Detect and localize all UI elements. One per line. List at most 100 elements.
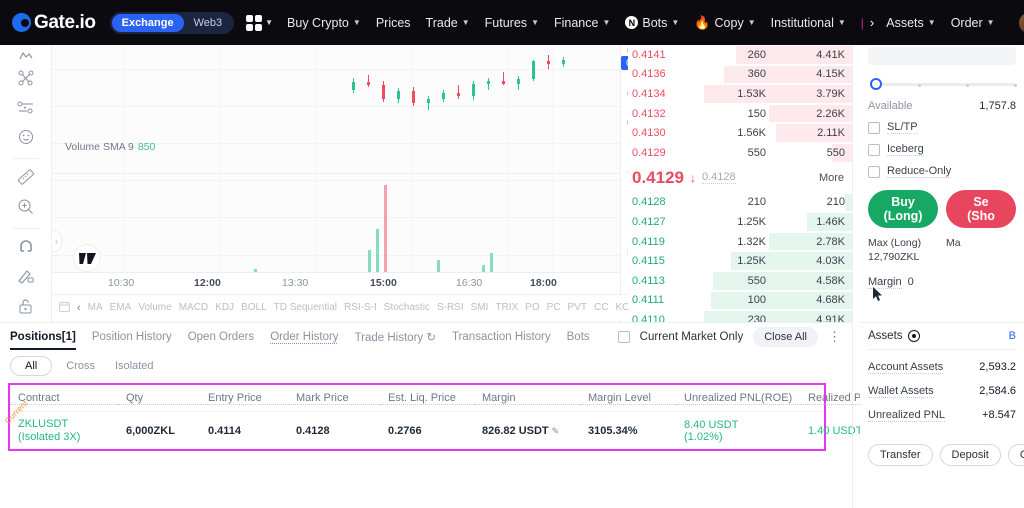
order-book-bid-row[interactable]: 0.4115 1.25K 4.03K	[628, 251, 852, 271]
buy-long-button[interactable]: Buy (Long)	[868, 190, 938, 228]
indicator-s-rsi[interactable]: S-RSI	[437, 302, 464, 313]
indicator-pvt[interactable]: PVT	[568, 302, 587, 313]
indicator-smi[interactable]: SMI	[471, 302, 489, 313]
more-options-icon[interactable]: ⋮	[828, 329, 842, 345]
sell-short-button[interactable]: Se (Sho	[946, 190, 1016, 228]
draw-lock-icon[interactable]	[11, 263, 41, 289]
tab-positions[interactable]: Positions[1]	[10, 331, 76, 350]
deposit-button[interactable]: Deposit	[939, 444, 1001, 466]
order-book-more-button[interactable]: More	[819, 172, 844, 184]
col-margin[interactable]: Margin	[474, 392, 580, 405]
indicator-po[interactable]: PO	[525, 302, 539, 313]
ruler-icon[interactable]	[11, 164, 41, 190]
order-book-ask-row[interactable]: 0.4129 550 550	[628, 143, 852, 163]
nav-more-chevron-icon[interactable]: ›	[870, 15, 874, 30]
order-book-ask-row[interactable]: 0.4141 260 4.41K	[628, 45, 852, 65]
indicator-rsi-s-i[interactable]: RSI-S-I	[344, 302, 377, 313]
sltp-checkbox-row[interactable]: SL/TP	[868, 121, 1016, 134]
eye-icon[interactable]	[907, 330, 920, 342]
indicator-ema[interactable]: EMA	[110, 302, 132, 313]
transfer-button[interactable]: Transfer	[868, 444, 933, 466]
tab-position-history[interactable]: Position History	[92, 331, 172, 343]
col-unrealized-pnl[interactable]: Unrealized PNL(ROE)	[676, 392, 800, 405]
indicator-cc[interactable]: CC	[594, 302, 608, 313]
nav-trade[interactable]: Trade ▼	[426, 16, 470, 30]
indicator-stochastic[interactable]: Stochastic	[384, 302, 430, 313]
assets-link[interactable]: B	[1009, 330, 1016, 342]
tab-open-orders[interactable]: Open Orders	[188, 331, 254, 343]
indicator-volume[interactable]: Volume	[138, 302, 171, 313]
calendar-icon[interactable]	[59, 301, 70, 315]
brand-logo[interactable]: Gate.io	[12, 12, 96, 34]
crosshair-icon[interactable]	[11, 49, 41, 62]
edit-margin-icon[interactable]: ✎	[552, 426, 560, 436]
order-book-bid-row[interactable]: 0.4113 550 4.58K	[628, 271, 852, 291]
nav-copy[interactable]: 🔥 Copy ▼	[694, 15, 755, 31]
col-margin-level[interactable]: Margin Level	[580, 392, 676, 405]
nav-prices[interactable]: Prices	[376, 16, 411, 30]
cell-contract[interactable]: ZKLUSDT (Isolated 3X)	[10, 418, 118, 444]
order-book-ask-row[interactable]: 0.4130 1.56K 2.11K	[628, 123, 852, 143]
unlock-icon[interactable]	[11, 293, 41, 319]
indicator-boll[interactable]: BOLL	[241, 302, 267, 313]
segment-web3[interactable]: Web3	[184, 14, 233, 32]
indicator-pc[interactable]: PC	[547, 302, 561, 313]
forecast-icon[interactable]	[11, 95, 41, 121]
col-entry-price[interactable]: Entry Price	[200, 392, 288, 405]
order-book-ask-row[interactable]: 0.4136 360 4.15K	[628, 65, 852, 85]
close-all-button[interactable]: Close All	[753, 326, 818, 347]
filter-all[interactable]: All	[10, 356, 53, 376]
tab-transaction-history[interactable]: Transaction History	[452, 331, 551, 343]
order-book-bid-row[interactable]: 0.4119 1.32K 2.78K	[628, 232, 852, 252]
reduce-only-checkbox[interactable]	[868, 165, 880, 178]
reduce-only-checkbox-row[interactable]: Reduce-Only	[868, 165, 1016, 178]
order-book-bid-row[interactable]: 0.4128 210 210	[628, 193, 852, 213]
tab-trade-history[interactable]: Trade History ↻	[355, 330, 436, 344]
zoom-in-icon[interactable]	[11, 194, 41, 220]
order-book-ask-row[interactable]: 0.4132 150 2.26K	[628, 104, 852, 124]
nav-bots[interactable]: N Bots ▼	[625, 16, 679, 30]
iceberg-checkbox-row[interactable]: Iceberg	[868, 143, 1016, 156]
table-row[interactable]: Current ZKLUSDT (Isolated 3X) 6,000ZKL 0…	[3, 399, 914, 449]
indicator-trix[interactable]: TRIX	[495, 302, 518, 313]
convert-button[interactable]: C	[1007, 444, 1024, 466]
col-mark-price[interactable]: Mark Price	[288, 392, 380, 405]
nav-assets[interactable]: Assets ▼	[886, 16, 935, 30]
order-size-input[interactable]	[868, 47, 1016, 65]
indicator-prev-icon[interactable]: ‹	[77, 302, 81, 314]
indicator-kdj[interactable]: KDJ	[215, 302, 234, 313]
slider-knob[interactable]	[870, 78, 882, 90]
tab-bots[interactable]: Bots	[567, 331, 590, 343]
nav-futures[interactable]: Futures ▼	[485, 16, 539, 30]
order-book-bid-row[interactable]: 0.4127 1.25K 1.46K	[628, 212, 852, 232]
col-qty[interactable]: Qty	[118, 392, 200, 405]
segment-exchange[interactable]: Exchange	[111, 13, 184, 32]
order-book-bid-row[interactable]: 0.4111 100 4.68K	[628, 291, 852, 311]
nav-buy-crypto[interactable]: Buy Crypto ▼	[287, 16, 361, 30]
nav-finance[interactable]: Finance ▼	[554, 16, 610, 30]
emoji-icon[interactable]	[11, 124, 41, 150]
apps-menu-button[interactable]: ▼	[246, 14, 273, 31]
iceberg-checkbox[interactable]	[868, 143, 880, 156]
indicator-ma[interactable]: MA	[88, 302, 103, 313]
order-book-bid-row[interactable]: 0.4110 230 4.91K	[628, 310, 852, 322]
exchange-web3-switch[interactable]: Exchange Web3	[109, 11, 235, 34]
indicator-macd[interactable]: MACD	[179, 302, 208, 313]
order-book[interactable]: 0.4141 260 4.41K 0.4136 360 4.15K 0.4134 1.53K 3…	[628, 45, 852, 322]
filter-cross[interactable]: Cross	[60, 357, 101, 375]
magnet-icon[interactable]	[11, 234, 41, 260]
filter-isolated[interactable]: Isolated	[109, 357, 160, 375]
order-size-slider[interactable]	[868, 75, 1017, 93]
time-axis[interactable]: 10:30 12:00 13:30 15:00 16:30 18:00	[52, 272, 620, 294]
indicator-toolbar[interactable]: ‹ MA EMA Volume MACD KDJ BOLL TD Sequent…	[52, 294, 676, 320]
tab-order-history[interactable]: Order History	[270, 331, 338, 343]
current-market-only-checkbox[interactable]	[617, 330, 630, 343]
order-book-ask-row[interactable]: 0.4134 1.53K 3.79K	[628, 84, 852, 104]
nav-institutional[interactable]: Institutional ▼	[771, 16, 846, 30]
nav-order[interactable]: Order ▼	[951, 16, 995, 30]
node-graph-icon[interactable]	[11, 65, 41, 91]
col-liq-price[interactable]: Est. Liq. Price	[380, 392, 474, 405]
avatar[interactable]	[1018, 12, 1024, 33]
sltp-checkbox[interactable]	[868, 121, 880, 134]
order-entry-panel[interactable]: Available 1,757.8 SL/TP Iceberg Reduce-O…	[860, 45, 1024, 322]
